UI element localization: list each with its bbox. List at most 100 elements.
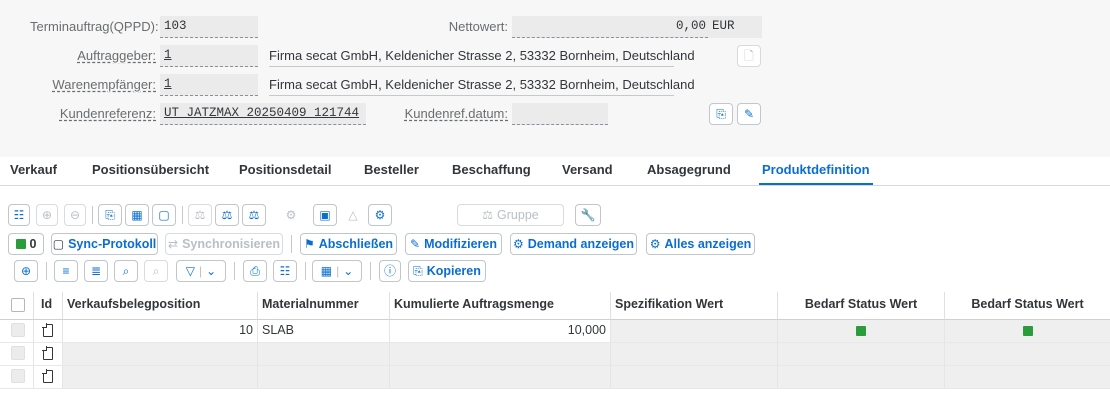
separator [305,262,306,280]
tab-produktdefinition[interactable]: Produktdefinition [759,162,873,185]
filter-button[interactable]: ▽ | ⌄ [176,260,226,282]
tab-positionsdetail[interactable]: Positionsdetail [239,162,331,183]
kundenreferenz-field[interactable]: UT_JATZMAX_20250409_121744 [160,103,366,125]
tab-beschaffung[interactable]: Beschaffung [452,162,531,183]
nettowert-field[interactable]: 0,00 [512,16,708,38]
sync-protokoll-button[interactable]: ▢ Sync-Protokoll [51,233,158,255]
tab-positionsuebersicht[interactable]: Positionsübersicht [92,162,209,183]
row-selector[interactable] [0,320,34,343]
kundenref-datum-field[interactable] [512,103,608,125]
weight-doc-button[interactable]: ⚖ [242,204,266,226]
copy-document-button[interactable]: ⎘ [709,103,733,125]
wrench-icon: 🔧 [580,208,596,222]
cell-status-1 [778,320,945,343]
terminauftrag-field[interactable]: 103 [160,16,258,38]
search-button[interactable]: ⌕ [114,260,138,282]
process-icon: ⚙ [285,208,297,222]
row-selector[interactable] [0,366,34,389]
demand-anzeigen-label: Demand anzeigen [527,237,635,251]
triangle-button[interactable]: △ [341,204,365,226]
weight-detail-button[interactable]: ⚖ [215,204,239,226]
insert-row-button[interactable]: ⊕ [36,204,58,226]
auftraggeber-field[interactable]: 1 [160,45,258,67]
column-header-verkaufsbelegposition[interactable]: Verkaufsbelegposition [63,292,258,320]
row-checkbox[interactable] [11,346,25,360]
demand-anzeigen-button[interactable]: ⚙ Demand anzeigen [510,233,637,255]
print-preview-button[interactable]: ☷ [273,260,297,282]
settings-button[interactable]: ⚙ [368,204,392,226]
copy-row-button[interactable]: ⎘ [98,204,122,226]
column-header-id[interactable]: Id [34,292,63,320]
separator [234,262,235,280]
info-button[interactable]: ⓘ [379,260,401,282]
row-checkbox[interactable] [11,323,25,337]
warenempfaenger-field[interactable]: 1 [160,74,258,96]
gruppe-label: Gruppe [497,208,539,222]
deselect-all-button[interactable]: ▢ [152,204,176,226]
column-header-kumulierte-auftragsmenge[interactable]: Kumulierte Auftragsmenge [390,292,611,320]
sync-icon: ⇄ [168,237,179,251]
row-detail[interactable] [34,366,63,389]
info-icon: ⓘ [384,264,397,278]
wrench-button[interactable]: 🔧 [575,204,601,226]
shapes-icon: △ [348,208,358,222]
copy-icon: ⎘ [716,107,726,121]
search-next-icon: ⌕ [152,264,160,278]
row-checkbox[interactable] [11,369,25,383]
delete-row-button[interactable]: ⊖ [64,204,86,226]
row-detail[interactable] [34,343,63,366]
row-detail[interactable] [34,320,63,343]
print-button[interactable]: ⎙ [243,260,267,282]
remove-icon: ⊖ [69,208,81,222]
separator [46,262,47,280]
alles-anzeigen-button[interactable]: ⚙ Alles anzeigen [646,233,755,255]
weight-button[interactable]: ⚖ [188,204,212,226]
gear-icon: ⚙ [649,237,661,251]
row-selector[interactable] [0,343,34,366]
divider-icon: | [336,264,340,278]
tab-versand[interactable]: Versand [562,162,613,183]
abschliessen-button[interactable]: ⚑ Abschließen [300,233,397,255]
status-green-icon [15,239,26,249]
tab-absagegrund[interactable]: Absagegrund [647,162,731,183]
display-icon: ▣ [319,208,331,222]
column-header-bedarf-status-wert-1[interactable]: Bedarf Status Wert [778,292,945,320]
display-button[interactable]: ▣ [313,204,337,226]
search-icon: ⌕ [122,264,130,278]
abschliessen-label: Abschließen [318,237,394,251]
sort-ascending-button[interactable]: ≡ [54,260,78,282]
document-icon: 🗋 [744,49,754,63]
sync-protokoll-label: Sync-Protokoll [68,237,157,251]
kopieren-button[interactable]: ⎘ Kopieren [408,260,486,282]
column-header-spezifikation-wert[interactable]: Spezifikation Wert [611,292,778,320]
sort-descending-button[interactable]: ≣ [84,260,108,282]
synchronisieren-button[interactable]: ⇄ Synchronisieren [165,233,283,255]
document-button[interactable]: 🗋 [737,45,761,67]
column-header-bedarf-status-wert-2[interactable]: Bedarf Status Wert [945,292,1110,320]
tab-besteller[interactable]: Besteller [364,162,419,183]
status-count: 0 [29,237,37,251]
modifizieren-button[interactable]: ✎ Modifizieren [405,233,502,255]
status-green-icon [1022,326,1033,336]
nettowert-currency[interactable]: EUR [708,16,762,38]
search-next-button[interactable]: ⌕ [144,260,168,282]
details-button[interactable]: ☷ [8,204,30,226]
document-icon: ▢ [52,237,65,251]
select-all-checkbox[interactable] [11,298,25,312]
tab-verkauf[interactable]: Verkauf [10,162,57,183]
filter-icon: ▽ [185,264,196,278]
select-all-button[interactable]: ▦ [125,204,149,226]
process-button[interactable]: ⚙ [279,204,303,226]
alles-anzeigen-label: Alles anzeigen [664,237,752,251]
zoom-button[interactable]: ⊕ [14,260,38,282]
cell-status-2 [945,343,1110,366]
deselect-all-icon: ▢ [158,208,170,222]
select-all-column[interactable] [0,292,34,320]
layout-button[interactable]: ▦ | ⌄ [312,260,362,282]
status-count-button[interactable]: 0 [8,233,44,255]
gruppe-button[interactable]: ⚖ Gruppe [457,204,564,226]
column-header-materialnummer[interactable]: Materialnummer [258,292,390,320]
cell-menge [390,343,611,366]
edit-button[interactable]: ✎ [737,103,761,125]
weight-icon: ⚖ [482,208,494,222]
